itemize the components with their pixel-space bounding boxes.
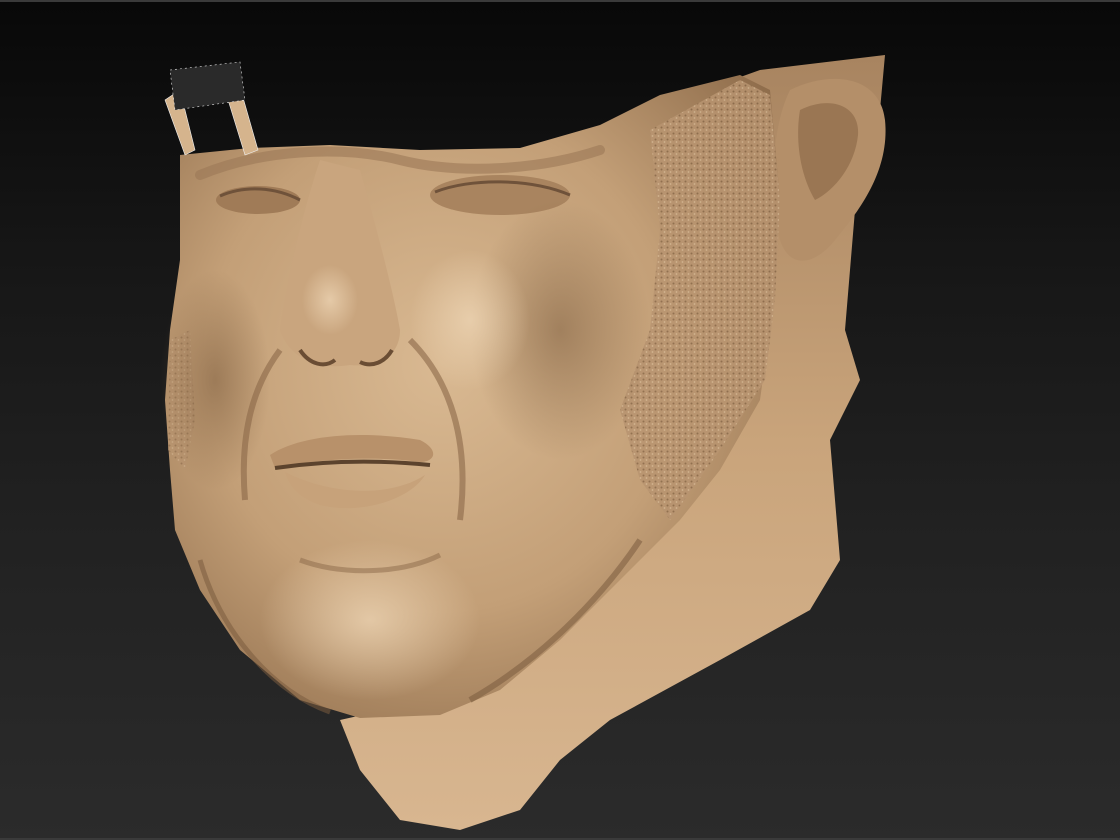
sculpt-viewport[interactable] bbox=[0, 0, 1120, 840]
sculpted-head-model[interactable] bbox=[0, 0, 1120, 840]
left-cheek-shade bbox=[160, 270, 270, 490]
nose-highlight bbox=[302, 265, 358, 335]
cheek-highlight bbox=[410, 250, 530, 390]
chin bbox=[260, 540, 480, 700]
hair-fragments bbox=[164, 61, 259, 156]
